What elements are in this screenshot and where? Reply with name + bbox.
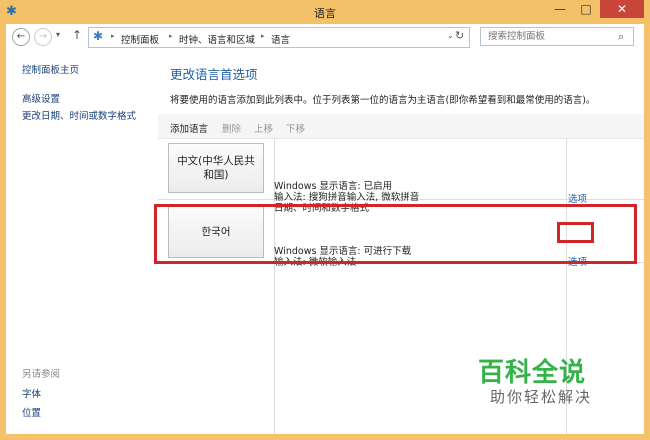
delete-button[interactable]: 删除 (222, 121, 241, 135)
highlight-box-options-link (557, 222, 594, 243)
sidebar-link-fonts[interactable]: 字体 (22, 386, 41, 400)
close-button[interactable]: ✕ (600, 0, 644, 18)
options-link-chinese[interactable]: 选项 (568, 191, 587, 205)
breadcrumb-clock-language-region[interactable]: 时钟、语言和区域 (179, 32, 255, 46)
page-title: 更改语言首选项 (170, 67, 258, 82)
search-icon[interactable]: ⌕ (618, 30, 624, 44)
sidebar-link-location[interactable]: 位置 (22, 405, 41, 419)
sidebar-link-change-date-format[interactable]: 更改日期、时间或数字格式 (22, 108, 136, 122)
address-row: ← → ▾ ↑ ✱ ▸ 控制面板 ▸ 时钟、语言和区域 ▸ 语言 ⌄ ↻ ⌕ (6, 24, 644, 50)
language-toolbar: 添加语言 删除 上移 下移 (158, 114, 644, 139)
sidebar-link-control-panel-home[interactable]: 控制面板主页 (22, 62, 79, 76)
recent-locations-button[interactable]: ▾ (56, 30, 60, 39)
breadcrumb-control-panel[interactable]: 控制面板 (121, 32, 159, 46)
address-bar[interactable]: ✱ ▸ 控制面板 ▸ 时钟、语言和区域 ▸ 语言 ⌄ (88, 27, 470, 48)
language-item-chinese[interactable]: 中文(中华人民共和国) (168, 143, 264, 193)
back-button[interactable]: ← (12, 28, 30, 46)
chevron-down-icon[interactable]: ⌄ (447, 31, 454, 40)
sidebar: 控制面板主页 高级设置 更改日期、时间或数字格式 另请参阅 字体 位置 (6, 50, 158, 434)
search-input[interactable] (480, 27, 634, 46)
refresh-button[interactable]: ↻ (455, 29, 464, 42)
sidebar-link-advanced-settings[interactable]: 高级设置 (22, 91, 60, 105)
forward-button[interactable]: → (34, 28, 52, 46)
page-description: 将要使用的语言添加到此列表中。位于列表第一位的语言为主语言(即你希望看到和最常使… (170, 95, 596, 106)
watermark: 百科全说 助你轻松解决 (478, 352, 638, 412)
add-language-button[interactable]: 添加语言 (170, 121, 208, 135)
see-also-heading: 另请参阅 (22, 369, 61, 380)
up-button[interactable]: ↑ (72, 28, 82, 42)
breadcrumb-language[interactable]: 语言 (271, 32, 290, 46)
chevron-right-icon: ▸ (169, 32, 173, 40)
move-down-button[interactable]: 下移 (286, 121, 305, 135)
language-info-line: Windows 显示语言: 已启用 (274, 181, 393, 192)
move-up-button[interactable]: 上移 (254, 121, 273, 135)
chevron-right-icon: ▸ (111, 32, 115, 40)
title-bar: ✱ 语言 — □ ✕ (0, 0, 650, 24)
watermark-subtitle: 助你轻松解决 (490, 388, 593, 406)
chevron-right-icon: ▸ (261, 32, 265, 40)
watermark-title: 百科全说 (478, 358, 587, 388)
maximize-button[interactable]: □ (573, 0, 599, 18)
minimize-button[interactable]: — (547, 0, 573, 18)
language-info-line: 输入法: 搜狗拼音输入法, 微软拼音 (274, 192, 420, 203)
control-panel-icon: ✱ (93, 29, 104, 43)
